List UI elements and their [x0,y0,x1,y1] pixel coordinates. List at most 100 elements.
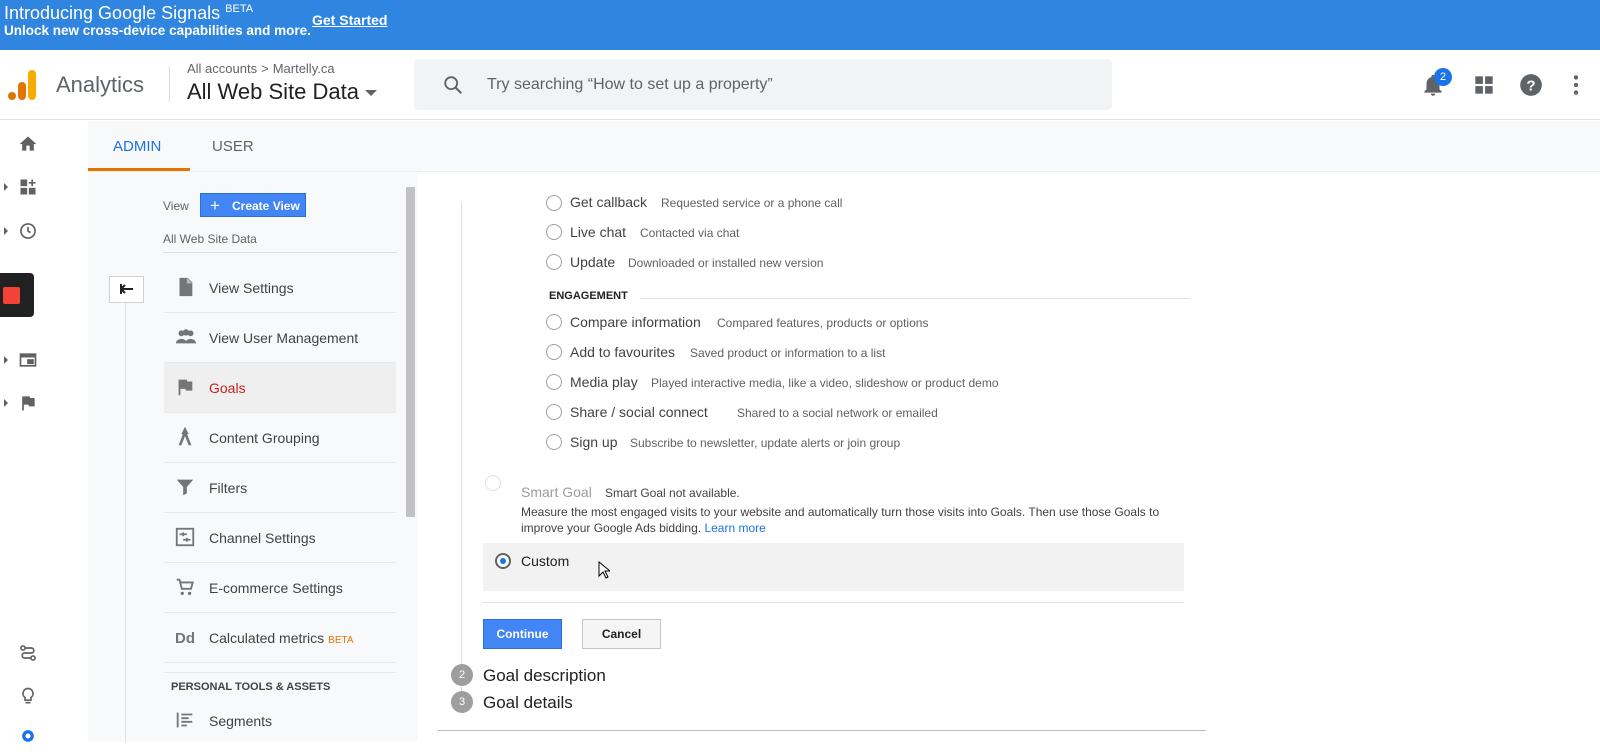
people-icon [175,329,197,344]
option-desc: Played interactive media, like a video, … [651,376,999,390]
option-desc: Requested service or a phone call [661,196,843,210]
option-desc: Compared features, products or options [717,316,929,330]
clock-icon [20,223,36,239]
smart-goal-description: Measure the most engaged visits to your … [521,504,1181,536]
expand-arrow-icon [4,227,8,235]
more-vert-icon[interactable] [1563,72,1589,98]
rail-home[interactable] [0,126,88,162]
option-desc: Subscribe to newsletter, update alerts o… [630,436,901,450]
radio-get-callback[interactable] [546,195,562,211]
radio-media-play[interactable] [546,374,562,390]
beta-badge: BETA [328,635,354,646]
menu-ecommerce-settings[interactable]: E-commerce Settings [164,563,396,613]
caret-down-icon [365,90,378,97]
breadcrumb-all-accounts[interactable]: All accounts [187,61,257,76]
help-icon[interactable]: ? [1518,72,1544,98]
admin-column-scrollbar[interactable] [406,187,415,517]
engagement-divider [640,298,1190,299]
calculated-metrics-label: Calculated metrics [209,630,325,646]
svg-text:Dd: Dd [175,630,195,647]
menu-label: E-commerce Settings [209,580,343,596]
rail-admin[interactable] [0,718,88,754]
menu-goals[interactable]: Goals [164,363,396,413]
breadcrumb-account[interactable]: Martelly.ca [273,61,335,76]
banner-title-text: Introducing Google Signals [4,3,221,23]
rail-customization[interactable] [0,169,88,205]
rail-behavior[interactable] [0,342,88,378]
menu-channel-settings[interactable]: Channel Settings [164,513,396,563]
custom-option-row[interactable]: Custom [483,543,1184,591]
collapse-back-button[interactable] [109,276,144,303]
smart-goal-label: Smart Goal [521,484,592,500]
menu-segments[interactable]: Segments [164,696,396,746]
radio-sign-up[interactable] [546,434,562,450]
radio-add-to-favourites[interactable] [546,344,562,360]
flag-icon [178,379,193,396]
option-label: Sign up [570,434,618,450]
step-goal-description[interactable]: Goal description [483,666,606,686]
view-selector[interactable]: All Web Site Data [187,79,378,105]
admin-user-tabs: ADMIN USER [88,121,1600,172]
step-goal-details[interactable]: Goal details [483,693,573,713]
tab-user[interactable]: USER [212,138,254,155]
search-bar[interactable] [414,59,1112,110]
menu-calculated-metrics[interactable]: Dd Calculated metrics BETA [164,613,396,663]
option-desc: Contacted via chat [640,226,740,240]
mouse-cursor-icon [598,561,610,579]
radio-compare-information[interactable] [546,314,562,330]
calculated-metrics-icon: Dd [175,630,195,647]
continue-button[interactable]: Continue [483,619,562,649]
breadcrumb-separator: > [261,61,269,76]
home-icon [19,136,37,151]
menu-label: Calculated metrics BETA [209,630,354,646]
radio-custom[interactable] [495,553,511,569]
radio-live-chat[interactable] [546,224,562,240]
expand-arrow-icon [4,356,8,364]
rail-realtime[interactable] [0,213,88,249]
recording-indicator[interactable] [0,273,34,317]
channel-settings-icon [175,527,195,547]
learn-more-link[interactable]: Learn more [704,521,765,535]
custom-label: Custom [521,553,570,569]
menu-content-grouping[interactable]: Content Grouping [164,413,396,463]
apps-grid-icon[interactable] [1471,72,1497,98]
create-view-button[interactable]: + Create View [200,193,306,217]
radio-update[interactable] [546,254,562,270]
radio-share-social-connect[interactable] [546,404,562,420]
banner-title: Introducing Google Signals BETA [4,3,253,24]
cancel-button[interactable]: Cancel [582,619,661,649]
banner-beta-badge: BETA [225,3,254,15]
segments-icon [176,712,193,728]
menu-filters[interactable]: Filters [164,463,396,513]
rail-discover[interactable] [0,635,88,671]
panel-bottom-divider [438,730,1206,731]
gear-icon [22,730,34,742]
column-connector-line [125,303,126,743]
app-name: Analytics [56,72,145,97]
menu-view-user-management[interactable]: View User Management [164,313,396,363]
search-icon [444,76,462,94]
radio-smart-goal [485,475,501,491]
tab-admin[interactable]: ADMIN [113,138,161,155]
menu-view-settings[interactable]: View Settings [164,263,396,313]
filter-icon [176,479,194,496]
search-input[interactable] [487,71,1087,99]
view-selector-label: All Web Site Data [187,79,360,104]
rail-insights[interactable] [0,678,88,714]
menu-label: Filters [209,480,248,496]
rail-conversions[interactable] [0,385,88,421]
content-grouping-icon [178,426,192,446]
view-admin-column: View + Create View All Web Site Data Vie… [88,172,418,743]
signals-banner: Introducing Google Signals BETA Unlock n… [0,0,1600,50]
personal-tools-heading: PERSONAL TOOLS & ASSETS [171,681,331,693]
menu-label: Goals [209,380,246,396]
view-name-selector[interactable]: All Web Site Data [163,232,257,246]
back-arrow-icon [120,284,133,294]
smart-goal-status: Smart Goal not available. [605,486,740,500]
analytics-logo[interactable] [8,68,36,100]
menu-label: View Settings [209,280,294,296]
left-rail [0,121,88,742]
get-started-link[interactable]: Get Started [312,12,387,28]
breadcrumb: All accounts > Martelly.ca [187,61,335,76]
plus-icon: + [210,196,220,215]
